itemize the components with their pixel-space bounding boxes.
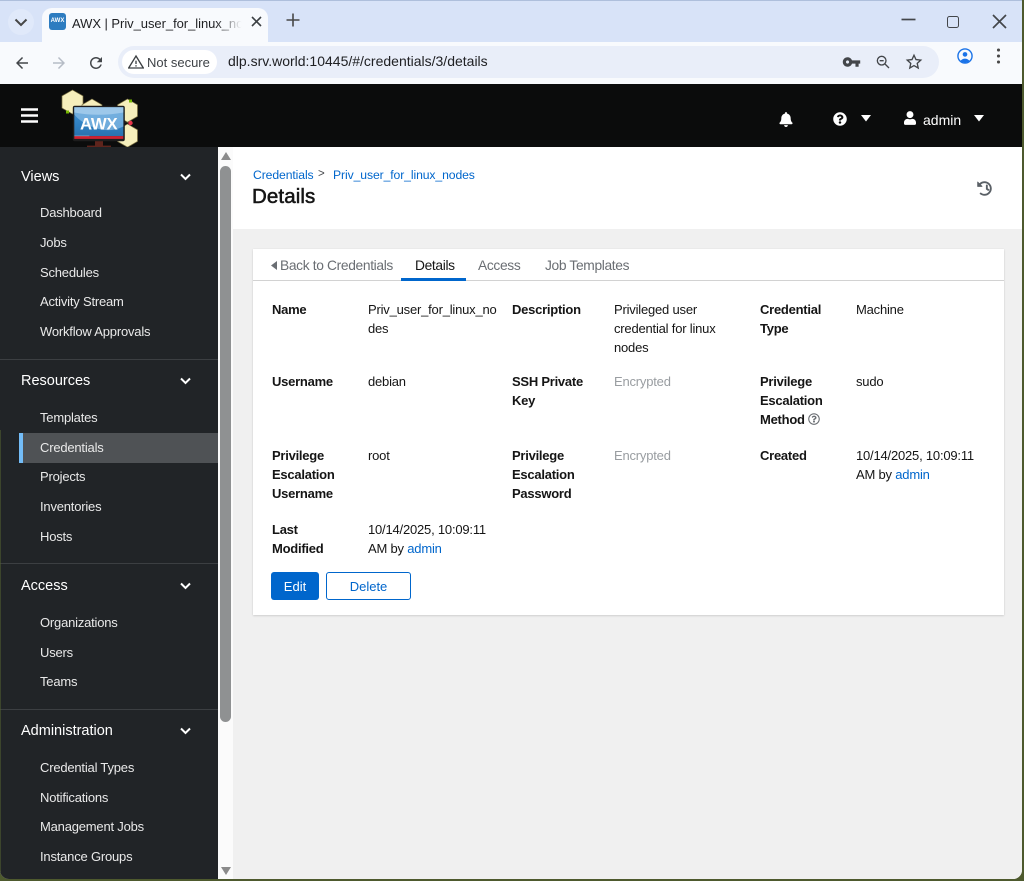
svg-text:AWX: AWX (80, 114, 118, 133)
